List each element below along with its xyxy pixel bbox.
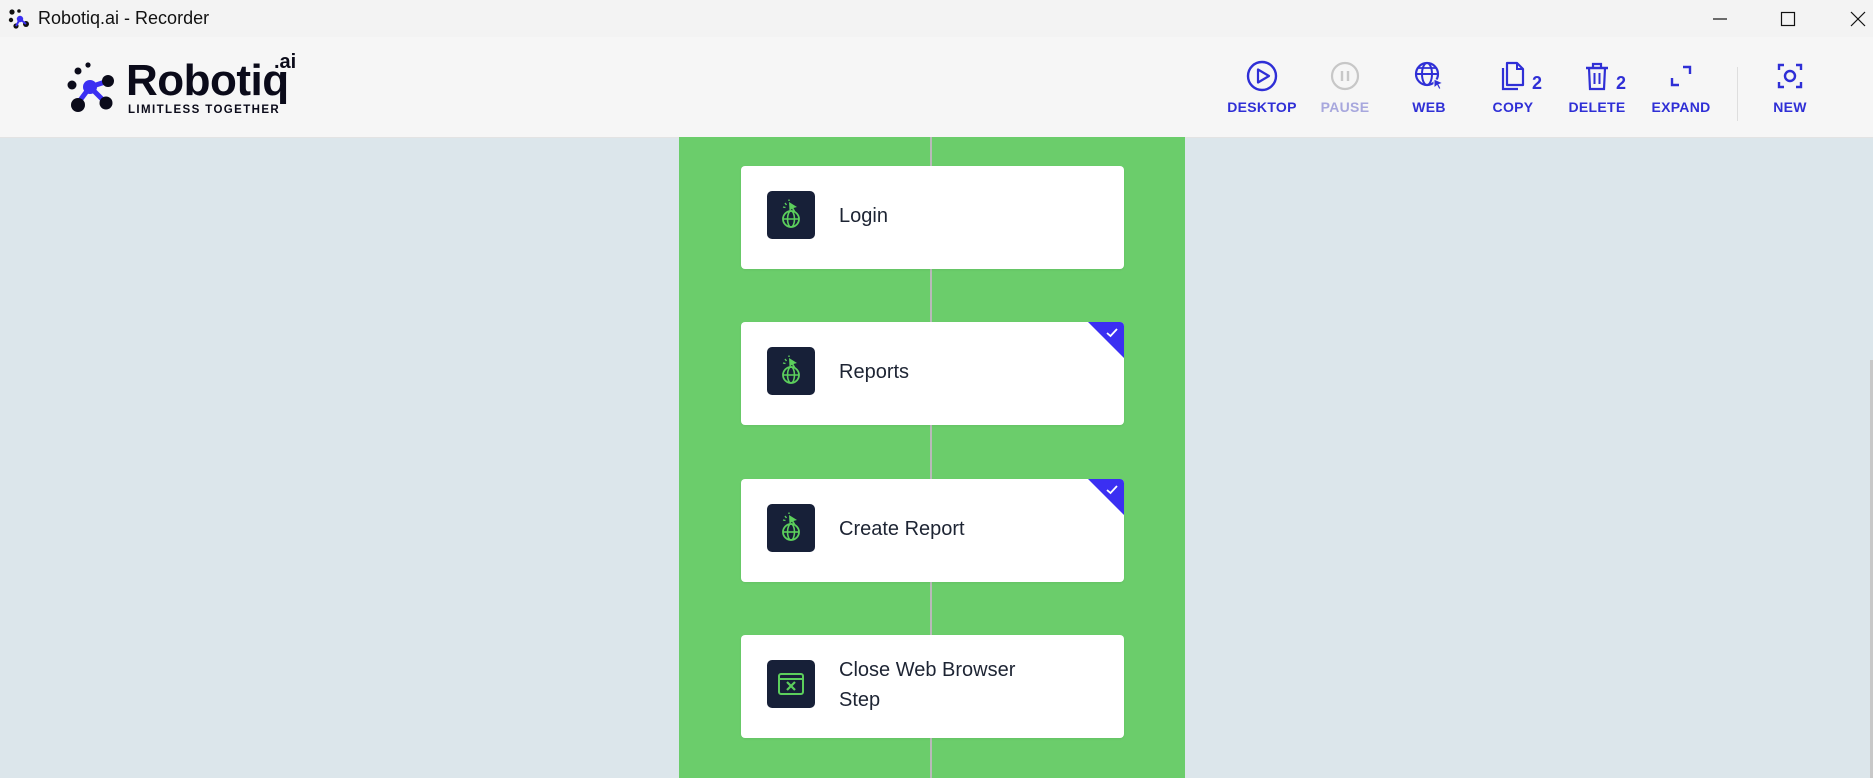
checkmark-icon [1106,485,1118,495]
web-click-icon [767,504,815,552]
copy-label: COPY [1492,99,1534,115]
trash-icon: 2 [1580,59,1626,93]
toolbar-divider [1737,67,1738,121]
expand-label: EXPAND [1651,99,1711,115]
logo-mark-icon [67,62,114,112]
step-label: Reports [839,361,910,383]
logo-wordmark: Robotiq [126,56,289,105]
pause-circle-icon [1328,59,1362,93]
web-label: WEB [1412,99,1446,115]
globe-cursor-icon [1412,59,1446,93]
copy-count-badge: 2 [1532,73,1543,93]
copy-icon: 2 [1496,59,1542,93]
minimize-icon [1713,17,1727,20]
step-label: Close Web Browser Step [839,659,1016,711]
web-click-icon [767,191,815,239]
step-card-create-report[interactable]: Create Report [741,479,1124,582]
close-browser-icon [767,660,815,708]
expand-button[interactable]: EXPAND [1639,59,1723,129]
copy-button[interactable]: 2 COPY [1471,59,1555,129]
checkmark-icon [1106,328,1118,338]
close-icon [1850,11,1866,26]
delete-button[interactable]: 2 DELETE [1555,59,1639,129]
expand-icon [1664,59,1698,93]
close-button[interactable] [1830,0,1873,37]
step-card-close-web-browser[interactable]: Close Web Browser Step [741,635,1124,738]
delete-label: DELETE [1568,99,1626,115]
delete-count-badge: 2 [1616,73,1627,93]
logo-superscript: .ai [274,51,297,73]
app-logo-icon [8,9,29,29]
web-click-icon [767,347,815,395]
logo-tagline: LIMITLESS TOGETHER [128,104,281,116]
recorder-header: Robotiq .ai LIMITLESS TOGETHER DESKTOP P… [0,37,1873,138]
maximize-icon [1780,11,1796,26]
window-title: Robotiq.ai - Recorder [38,8,210,28]
pause-label: PAUSE [1320,99,1370,115]
desktop-label: DESKTOP [1227,99,1297,115]
window-titlebar: Robotiq.ai - Recorder [0,0,1873,37]
new-button[interactable]: NEW [1748,59,1832,129]
step-label: Login [839,205,888,227]
step-card-reports[interactable]: Reports [741,322,1124,425]
robotiq-logo: Robotiq .ai LIMITLESS TOGETHER [64,51,304,135]
pause-button[interactable]: PAUSE [1303,59,1387,129]
desktop-button[interactable]: DESKTOP [1220,59,1304,129]
step-card-login[interactable]: Login [741,166,1124,269]
new-label: NEW [1773,99,1807,115]
minimize-button[interactable] [1692,0,1748,37]
play-circle-icon [1245,59,1279,93]
step-label: Create Report [839,518,965,540]
web-button[interactable]: WEB [1387,59,1471,129]
new-capture-icon [1773,59,1807,93]
maximize-button[interactable] [1760,0,1816,37]
